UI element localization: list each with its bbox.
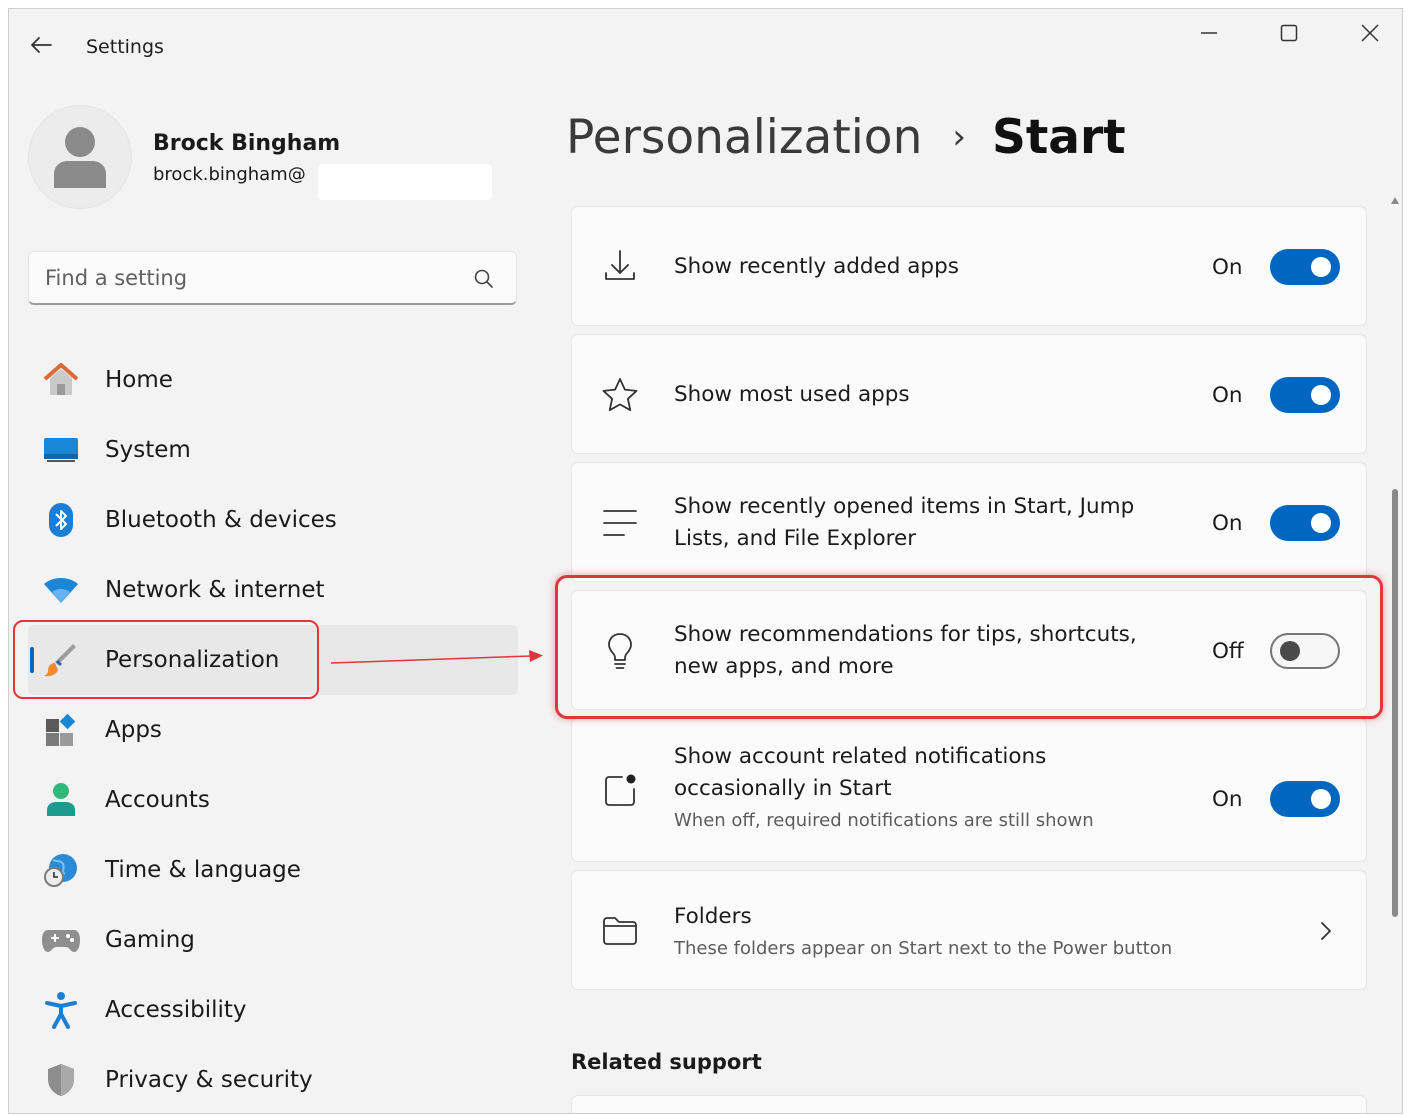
sidebar-item-label: Apps — [105, 717, 162, 743]
wifi-icon — [42, 571, 80, 609]
close-icon — [1361, 24, 1379, 42]
search-input[interactable] — [45, 265, 445, 291]
setting-title: Folders — [674, 904, 752, 929]
setting-description: When off, required notifications are sti… — [674, 810, 1094, 831]
sidebar-item-label: Network & internet — [105, 577, 325, 603]
system-icon — [42, 431, 80, 469]
setting-title-line2: occasionally in Start — [674, 776, 892, 801]
back-button[interactable] — [27, 33, 55, 57]
app-title: Settings — [86, 36, 164, 58]
scroll-up-icon[interactable] — [1391, 197, 1399, 204]
sidebar-item-system[interactable]: System — [28, 415, 518, 485]
setting-title-line2: Lists, and File Explorer — [674, 526, 917, 551]
gamepad-icon — [42, 921, 80, 959]
avatar[interactable] — [28, 105, 132, 209]
star-icon — [602, 378, 638, 412]
sidebar-item-bluetooth[interactable]: Bluetooth & devices — [28, 485, 518, 555]
sidebar-item-network[interactable]: Network & internet — [28, 555, 518, 625]
download-icon — [605, 250, 635, 280]
sidebar-nav: Home System Bluetooth & devices Network … — [28, 345, 518, 1113]
minimize-button[interactable] — [1186, 15, 1232, 51]
setting-title-line2: new apps, and more — [674, 654, 894, 679]
shield-icon — [42, 1061, 80, 1099]
toggle-state-label: On — [1212, 787, 1243, 812]
sidebar-item-accessibility[interactable]: Accessibility — [28, 975, 518, 1045]
related-support-card[interactable] — [571, 1095, 1367, 1113]
recently-added-apps-toggle[interactable] — [1270, 249, 1340, 285]
sidebar-item-privacy-security[interactable]: Privacy & security — [28, 1045, 518, 1113]
breadcrumb-parent[interactable]: Personalization — [566, 110, 922, 165]
sidebar-item-apps[interactable]: Apps — [28, 695, 518, 765]
chevron-right-icon — [1321, 922, 1331, 940]
setting-title: Show account related notifications — [674, 744, 1047, 769]
accounts-icon — [42, 781, 80, 819]
email-redaction — [318, 164, 492, 200]
most-used-apps-toggle[interactable] — [1270, 377, 1340, 413]
setting-title: Show most used apps — [674, 382, 910, 407]
sidebar-item-label: Accounts — [105, 787, 210, 813]
setting-title: Show recently added apps — [674, 254, 959, 279]
back-arrow-icon — [31, 37, 52, 53]
close-button[interactable] — [1347, 15, 1393, 51]
breadcrumb-separator: › — [952, 117, 966, 157]
setting-title: Show recently opened items in Start, Jum… — [674, 494, 1135, 519]
sidebar-item-label: Gaming — [105, 927, 195, 953]
related-support-heading: Related support — [571, 1050, 762, 1074]
scrollbar-thumb[interactable] — [1392, 489, 1398, 917]
sidebar-item-label: Accessibility — [105, 997, 247, 1023]
toggle-state-label: On — [1212, 511, 1243, 536]
brush-icon — [42, 641, 80, 679]
search-box[interactable] — [28, 251, 517, 305]
lightbulb-icon — [608, 633, 632, 669]
folder-icon — [603, 917, 637, 945]
toggle-state-label: On — [1212, 255, 1243, 280]
setting-title: Show recommendations for tips, shortcuts… — [674, 622, 1137, 647]
sidebar-item-home[interactable]: Home — [28, 345, 518, 415]
home-icon — [42, 361, 80, 399]
person-icon — [54, 127, 106, 188]
accessibility-icon — [42, 991, 80, 1029]
minimize-icon — [1201, 32, 1217, 34]
setting-card-folders[interactable]: Folders These folders appear on Start ne… — [571, 870, 1367, 990]
setting-card-recently-opened: Show recently opened items in Start, Jum… — [571, 462, 1367, 582]
setting-description: These folders appear on Start next to th… — [674, 938, 1173, 959]
account-notifications-toggle[interactable] — [1270, 781, 1340, 817]
sidebar-item-label: Personalization — [105, 647, 280, 673]
settings-window: Settings Brock Bingham brock.bingham@ Ho… — [8, 8, 1403, 1114]
notification-icon — [605, 774, 636, 806]
sidebar-item-label: Time & language — [105, 857, 301, 883]
active-indicator — [30, 647, 34, 673]
setting-card-account-notifications: Show account related notifications occas… — [571, 718, 1367, 862]
user-email: brock.bingham@ — [153, 164, 306, 185]
page-title: Start — [991, 109, 1126, 165]
setting-card-most-used: Show most used apps On — [571, 334, 1367, 454]
setting-card-recommendations: Show recommendations for tips, shortcuts… — [571, 590, 1367, 710]
recommendations-toggle[interactable] — [1270, 633, 1340, 669]
list-icon — [603, 510, 637, 536]
breadcrumb: Personalization › Start — [566, 107, 1126, 167]
sidebar-item-label: Bluetooth & devices — [105, 507, 337, 533]
maximize-button[interactable] — [1266, 15, 1312, 51]
toggle-state-label: Off — [1212, 639, 1244, 664]
sidebar-item-gaming[interactable]: Gaming — [28, 905, 518, 975]
apps-icon — [42, 711, 80, 749]
setting-card-recently-added: Show recently added apps On — [571, 206, 1367, 326]
sidebar-item-label: System — [105, 437, 191, 463]
sidebar-item-time-language[interactable]: Time & language — [28, 835, 518, 905]
globe-clock-icon — [42, 851, 80, 889]
sidebar-item-label: Privacy & security — [105, 1067, 313, 1093]
maximize-icon — [1280, 24, 1298, 42]
sidebar-item-accounts[interactable]: Accounts — [28, 765, 518, 835]
sidebar-item-personalization[interactable]: Personalization — [28, 625, 518, 695]
sidebar-item-label: Home — [105, 367, 173, 393]
bluetooth-icon — [42, 501, 80, 539]
toggle-state-label: On — [1212, 383, 1243, 408]
user-name: Brock Bingham — [153, 131, 341, 156]
recently-opened-items-toggle[interactable] — [1270, 505, 1340, 541]
search-icon[interactable] — [471, 266, 497, 292]
